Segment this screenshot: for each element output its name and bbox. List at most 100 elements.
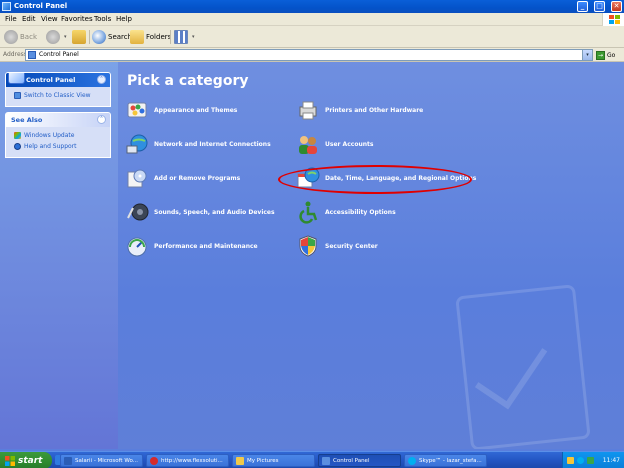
menu-view[interactable]: View xyxy=(41,15,58,24)
folder-icon xyxy=(236,456,244,465)
toolbar: Back ▾ Search Folders ▾ xyxy=(0,26,624,48)
left-task-pane: Control Panel ⌃ Switch to Classic View S… xyxy=(0,62,118,449)
task-label: http://www.flexsoluti... xyxy=(161,457,223,464)
windows-update-icon xyxy=(14,132,21,139)
address-dropdown-arrow[interactable]: ▾ xyxy=(582,50,592,60)
category-add-remove-programs[interactable]: Add or Remove Programs xyxy=(125,165,240,191)
task-label: My Pictures xyxy=(247,457,279,464)
category-performance-maintenance[interactable]: Performance and Maintenance xyxy=(125,233,258,259)
category-security-center[interactable]: Security Center xyxy=(296,233,378,259)
control-panel-section-title: Control Panel xyxy=(26,76,76,84)
see-also-section: See Also ⌃ Windows Update Help and Suppo… xyxy=(5,112,111,158)
forward-arrow-icon xyxy=(46,30,60,44)
control-panel-small-icon xyxy=(322,456,330,465)
category-view: Pick a category Appearance and Themes Ne… xyxy=(118,62,624,449)
control-panel-icon xyxy=(2,2,11,11)
help-and-support-label: Help and Support xyxy=(24,143,77,150)
printer-hardware-icon xyxy=(296,98,320,122)
address-input[interactable]: Control Panel ▾ xyxy=(25,49,593,61)
title-bar[interactable]: Control Panel _ □ ✕ xyxy=(0,0,624,13)
category-appearance-themes[interactable]: Appearance and Themes xyxy=(125,97,237,123)
taskbar: start Salarii - Microsoft Wo... http://w… xyxy=(0,451,624,468)
opera-browser-icon xyxy=(150,456,158,465)
minimize-button[interactable]: _ xyxy=(577,1,588,12)
page-title: Pick a category xyxy=(127,73,249,89)
accessibility-icon xyxy=(296,200,320,224)
network-internet-label: Network and Internet Connections xyxy=(154,140,271,148)
search-button[interactable]: Search xyxy=(92,29,132,45)
task-label: Salarii - Microsoft Wo... xyxy=(75,457,138,464)
category-sounds-speech-audio[interactable]: Sounds, Speech, and Audio Devices xyxy=(125,199,275,225)
control-panel-small-icon xyxy=(28,51,36,59)
views-dropdown-arrow[interactable]: ▾ xyxy=(192,34,195,40)
task-control-panel[interactable]: Control Panel xyxy=(318,454,401,467)
category-network-internet[interactable]: Network and Internet Connections xyxy=(125,131,271,157)
collapse-chevron-icon[interactable]: ⌃ xyxy=(97,75,106,84)
skype-icon xyxy=(408,456,416,465)
see-also-title: See Also xyxy=(11,116,43,124)
task-label: Skype™ - lazar_stefa... xyxy=(419,457,482,464)
menu-favorites[interactable]: Favorites xyxy=(61,15,93,24)
sounds-audio-icon xyxy=(125,200,149,224)
task-my-pictures[interactable]: My Pictures xyxy=(232,454,315,467)
windows-update-label: Windows Update xyxy=(24,132,75,139)
menu-bar: File Edit View Favorites Tools Help xyxy=(0,13,624,26)
task-skype[interactable]: Skype™ - lazar_stefa... xyxy=(404,454,487,467)
views-icon xyxy=(174,30,188,44)
start-button[interactable]: start xyxy=(0,452,52,468)
folders-icon xyxy=(130,30,144,44)
performance-maintenance-label: Performance and Maintenance xyxy=(154,242,258,250)
back-label: Back xyxy=(20,33,37,41)
views-button[interactable]: ▾ xyxy=(174,29,195,45)
see-also-section-header[interactable]: See Also ⌃ xyxy=(6,113,110,127)
forward-dropdown-arrow[interactable]: ▾ xyxy=(64,34,67,40)
close-button[interactable]: ✕ xyxy=(611,1,622,12)
search-icon xyxy=(92,30,106,44)
forward-button[interactable]: ▾ xyxy=(46,29,67,45)
task-word-document[interactable]: Salarii - Microsoft Wo... xyxy=(60,454,143,467)
category-user-accounts[interactable]: User Accounts xyxy=(296,131,373,157)
task-browser[interactable]: http://www.flexsoluti... xyxy=(146,454,229,467)
menu-file[interactable]: File xyxy=(5,15,17,24)
search-label: Search xyxy=(108,33,133,41)
go-button[interactable]: → Go xyxy=(596,50,615,60)
back-arrow-icon xyxy=(4,30,18,44)
switch-classic-view-label: Switch to Classic View xyxy=(24,92,91,99)
system-tray: 11:47 xyxy=(562,452,624,468)
switch-classic-view-link[interactable]: Switch to Classic View xyxy=(14,90,104,101)
tray-skype-icon[interactable] xyxy=(577,457,584,464)
windows-update-link[interactable]: Windows Update xyxy=(14,130,104,141)
control-panel-section: Control Panel ⌃ Switch to Classic View xyxy=(5,72,111,107)
control-panel-watermark-icon xyxy=(455,284,591,449)
task-label: Control Panel xyxy=(333,457,370,464)
help-and-support-link[interactable]: Help and Support xyxy=(14,141,104,152)
address-label: Address xyxy=(3,51,27,58)
appearance-themes-icon xyxy=(125,98,149,122)
add-remove-programs-icon xyxy=(125,166,149,190)
tray-network-icon[interactable] xyxy=(567,457,574,464)
maximize-button[interactable]: □ xyxy=(594,1,605,12)
category-printers-hardware[interactable]: Printers and Other Hardware xyxy=(296,97,423,123)
clock[interactable]: 11:47 xyxy=(603,457,620,464)
address-bar: Address Control Panel ▾ → Go xyxy=(0,48,624,62)
address-value: Control Panel xyxy=(39,51,79,58)
user-accounts-label: User Accounts xyxy=(325,140,374,148)
windows-flag-icon xyxy=(5,455,15,466)
help-icon xyxy=(14,143,21,150)
up-folder-button[interactable] xyxy=(72,29,88,45)
go-label: Go xyxy=(607,51,616,59)
classic-view-icon xyxy=(14,92,21,99)
printers-hardware-label: Printers and Other Hardware xyxy=(325,106,424,114)
tray-volume-icon[interactable] xyxy=(587,457,594,464)
folders-button[interactable]: Folders xyxy=(130,29,171,45)
security-center-label: Security Center xyxy=(325,242,378,250)
category-accessibility-options[interactable]: Accessibility Options xyxy=(296,199,396,225)
menu-help[interactable]: Help xyxy=(116,15,132,24)
menu-edit[interactable]: Edit xyxy=(22,15,36,24)
control-panel-section-header[interactable]: Control Panel ⌃ xyxy=(6,73,110,87)
folders-label: Folders xyxy=(146,33,172,41)
back-button[interactable]: Back xyxy=(4,29,37,45)
highlight-annotation-ellipse xyxy=(278,165,472,194)
menu-tools[interactable]: Tools xyxy=(94,15,111,24)
collapse-chevron-icon[interactable]: ⌃ xyxy=(97,115,106,124)
